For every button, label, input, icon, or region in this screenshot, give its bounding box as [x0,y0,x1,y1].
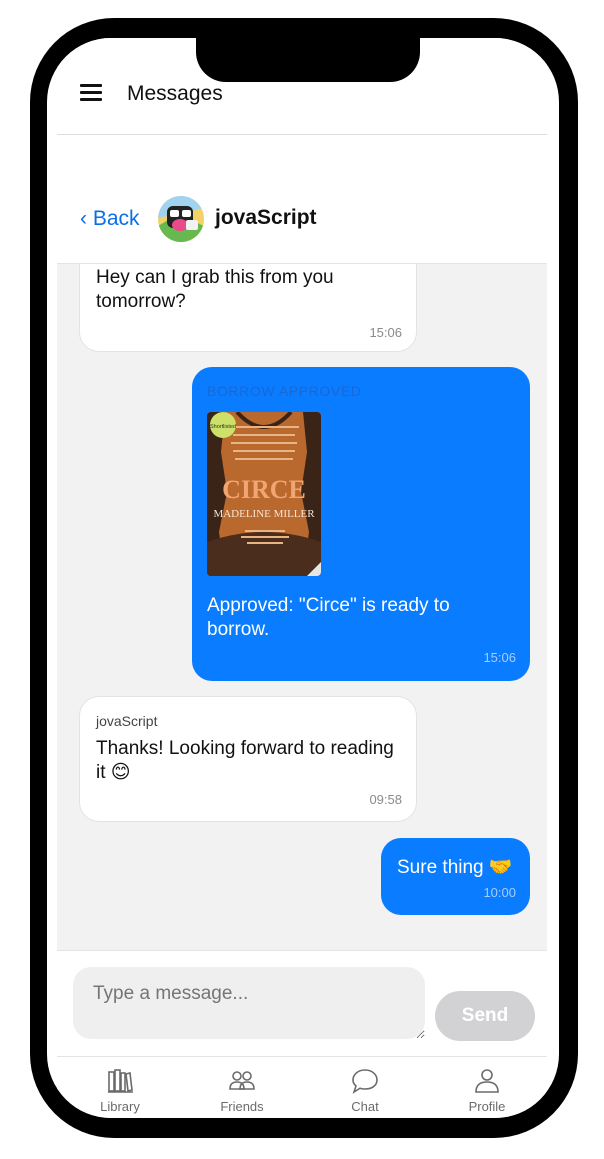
tab-bar: Library Friends Chat Profile [57,1056,547,1118]
tab-label: Profile [468,1099,506,1114]
composer: Send [57,950,547,1057]
chat-header: ‹ Back jovaScript [57,135,547,264]
message-input[interactable] [73,967,425,1039]
books-icon [108,1069,133,1093]
tab-profile[interactable]: Profile [432,1057,542,1118]
outgoing-message: BORROW APPROVED CIRCE MADELINE MILLER Sh… [192,367,530,681]
incoming-message: jovaScript Thanks! Looking forward to re… [79,696,417,822]
message-time: 15:06 [369,325,402,340]
chat-bubble-icon [352,1069,378,1094]
contact-name: jovaScript [215,206,317,229]
borrow-approved-tag: BORROW APPROVED [207,383,362,399]
tab-library[interactable]: Library [65,1057,175,1118]
message-text: Sure thing 🤝 [397,857,513,878]
person-icon [475,1069,499,1093]
phone-notch [196,18,420,82]
tab-chat[interactable]: Chat [310,1057,420,1118]
phone-screen: Messages ‹ Back jovaScript Hey can I gra… [47,38,559,1118]
message-time: 09:58 [369,792,402,807]
message-time: 10:00 [483,885,516,900]
tab-friends[interactable]: Friends [187,1057,297,1118]
message-time: 15:06 [483,650,516,665]
message-text: Approved: "Circe" is ready to borrow. [207,595,450,640]
message-text: Thanks! Looking forward to reading it 😊 [96,738,394,783]
book-cover-image[interactable]: CIRCE MADELINE MILLER Shortlisted [207,412,321,576]
book-badge: Shortlisted [210,424,236,430]
app-title: Messages [127,82,223,105]
tab-label: Chat [351,1099,379,1114]
tab-label: Friends [220,1099,264,1114]
friends-icon [229,1071,255,1090]
book-author: MADELINE MILLER [213,508,315,520]
avatar[interactable] [158,196,204,242]
message-list[interactable]: Hey can I grab this from you tomorrow? 1… [57,264,547,950]
message-text: Hey can I grab this from you tomorrow? [96,267,334,312]
book-title: CIRCE [222,475,306,504]
incoming-message: Hey can I grab this from you tomorrow? 1… [79,264,417,352]
outgoing-message: Sure thing 🤝 10:00 [381,838,530,915]
back-button[interactable]: ‹ Back [80,207,140,231]
send-button[interactable]: Send [435,991,535,1041]
tab-label: Library [100,1099,140,1114]
book-cover-art: CIRCE MADELINE MILLER Shortlisted [207,412,321,576]
sender-name: jovaScript [96,713,158,729]
menu-icon[interactable] [80,84,102,101]
